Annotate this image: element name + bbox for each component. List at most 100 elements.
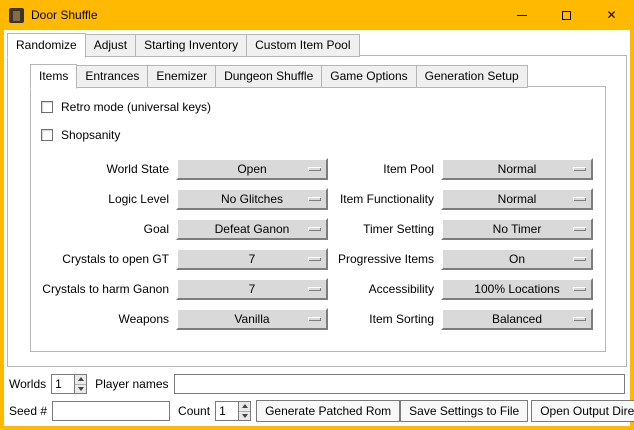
item-functionality-label: Item Functionality	[335, 192, 434, 206]
items-panel: Retro mode (universal keys) Shopsanity W…	[30, 86, 606, 352]
count-input[interactable]	[216, 402, 238, 420]
dropdown-indicator-icon	[308, 167, 321, 171]
seed-input[interactable]	[52, 401, 170, 421]
window: Door Shuffle ✕ Randomize Adjust Starting…	[0, 0, 634, 430]
timer-setting-value: No Timer	[493, 222, 542, 236]
generate-patched-rom-button[interactable]: Generate Patched Rom	[256, 400, 400, 422]
save-settings-button[interactable]: Save Settings to File	[400, 400, 528, 422]
logic-level-value: No Glitches	[221, 192, 283, 206]
weapons-label: Weapons	[31, 312, 169, 326]
accessibility-label: Accessibility	[335, 282, 434, 296]
retro-mode-checkbox-box[interactable]	[41, 101, 53, 113]
tab-randomize[interactable]: Randomize	[7, 33, 86, 58]
weapons-value: Vanilla	[234, 312, 269, 326]
worlds-spinbox[interactable]	[51, 374, 87, 394]
goal-value: Defeat Ganon	[215, 222, 290, 236]
crystals-harm-ganon-dropdown[interactable]: 7	[176, 278, 328, 300]
app-icon	[9, 8, 24, 23]
timer-setting-dropdown[interactable]: No Timer	[441, 218, 593, 240]
subtab-enemizer[interactable]: Enemizer	[147, 65, 216, 88]
world-state-dropdown[interactable]: Open	[176, 158, 328, 180]
logic-level-label: Logic Level	[31, 192, 169, 206]
spin-up-button[interactable]	[239, 402, 250, 411]
spin-up-button[interactable]	[75, 375, 86, 384]
spin-up-icon	[242, 404, 248, 408]
item-pool-dropdown[interactable]: Normal	[441, 158, 593, 180]
goal-label: Goal	[31, 222, 169, 236]
crystals-harm-ganon-value: 7	[249, 282, 256, 296]
item-sorting-dropdown[interactable]: Balanced	[441, 308, 593, 330]
shopsanity-checkbox-box[interactable]	[41, 129, 53, 141]
worlds-row: Worlds Player names	[9, 372, 625, 396]
world-state-value: Open	[237, 162, 266, 176]
spin-down-icon	[242, 414, 248, 418]
progressive-items-value: On	[509, 252, 525, 266]
player-names-label: Player names	[95, 377, 168, 391]
maximize-icon	[562, 11, 571, 20]
item-pool-label: Item Pool	[335, 162, 434, 176]
item-functionality-dropdown[interactable]: Normal	[441, 188, 593, 210]
spin-down-icon	[78, 387, 84, 391]
count-spinbox[interactable]	[215, 401, 251, 421]
subtab-entrances[interactable]: Entrances	[76, 65, 148, 88]
accessibility-dropdown[interactable]: 100% Locations	[441, 278, 593, 300]
dropdown-indicator-icon	[308, 317, 321, 321]
dropdown-indicator-icon	[308, 287, 321, 291]
dropdown-indicator-icon	[308, 257, 321, 261]
retro-mode-checkbox[interactable]: Retro mode (universal keys)	[41, 98, 605, 115]
window-title: Door Shuffle	[31, 8, 98, 22]
spin-up-icon	[78, 377, 84, 381]
subtab-generation-setup[interactable]: Generation Setup	[416, 65, 528, 88]
dropdown-indicator-icon	[308, 197, 321, 201]
titlebar-buttons: ✕	[499, 0, 634, 30]
worlds-spin-arrows	[74, 375, 86, 393]
subtab-dungeon-shuffle[interactable]: Dungeon Shuffle	[215, 65, 322, 88]
item-pool-value: Normal	[498, 162, 537, 176]
seed-row: Seed # Count Generate Patched Rom Save S…	[9, 399, 625, 423]
spin-down-button[interactable]	[239, 411, 250, 421]
dropdown-indicator-icon	[573, 197, 586, 201]
tab-adjust[interactable]: Adjust	[85, 34, 136, 57]
tab-custom-item-pool[interactable]: Custom Item Pool	[246, 34, 359, 57]
maximize-button[interactable]	[544, 0, 589, 30]
dropdown-indicator-icon	[573, 227, 586, 231]
seed-label: Seed #	[9, 404, 47, 418]
item-functionality-value: Normal	[498, 192, 537, 206]
player-names-input[interactable]	[174, 374, 626, 394]
retro-mode-checkbox-label: Retro mode (universal keys)	[61, 100, 211, 114]
shopsanity-checkbox-label: Shopsanity	[61, 128, 120, 142]
logic-level-dropdown[interactable]: No Glitches	[176, 188, 328, 210]
bottom-bar: Worlds Player names Seed # Count	[4, 370, 630, 426]
minimize-button[interactable]	[499, 0, 544, 30]
dropdown-indicator-icon	[573, 167, 586, 171]
open-output-directory-button[interactable]: Open Output Directory	[531, 400, 634, 422]
count-label: Count	[178, 404, 210, 418]
progressive-items-dropdown[interactable]: On	[441, 248, 593, 270]
goal-dropdown[interactable]: Defeat Ganon	[176, 218, 328, 240]
tab-starting-inventory[interactable]: Starting Inventory	[135, 34, 247, 57]
dropdown-indicator-icon	[573, 257, 586, 261]
world-state-label: World State	[31, 162, 169, 176]
accessibility-value: 100% Locations	[474, 282, 559, 296]
weapons-dropdown[interactable]: Vanilla	[176, 308, 328, 330]
worlds-input[interactable]	[52, 375, 74, 393]
client-area: Randomize Adjust Starting Inventory Cust…	[4, 30, 630, 426]
item-sorting-value: Balanced	[492, 312, 542, 326]
subtab-items[interactable]: Items	[30, 64, 77, 89]
close-button[interactable]: ✕	[589, 0, 634, 30]
shopsanity-checkbox[interactable]: Shopsanity	[41, 126, 605, 143]
crystals-open-gt-dropdown[interactable]: 7	[176, 248, 328, 270]
crystals-open-gt-value: 7	[249, 252, 256, 266]
dropdown-indicator-icon	[573, 287, 586, 291]
randomize-panel: Items Entrances Enemizer Dungeon Shuffle…	[7, 55, 627, 367]
sub-tab-bar: Items Entrances Enemizer Dungeon Shuffle…	[30, 64, 527, 88]
worlds-label: Worlds	[9, 377, 46, 391]
options-grid: World State Open Item Pool Normal Logic …	[31, 158, 593, 330]
item-sorting-label: Item Sorting	[335, 312, 434, 326]
dropdown-indicator-icon	[308, 227, 321, 231]
crystals-open-gt-label: Crystals to open GT	[31, 252, 169, 266]
subtab-game-options[interactable]: Game Options	[321, 65, 416, 88]
spin-down-button[interactable]	[75, 384, 86, 394]
main-tab-bar: Randomize Adjust Starting Inventory Cust…	[7, 33, 359, 57]
close-icon: ✕	[606, 9, 616, 21]
